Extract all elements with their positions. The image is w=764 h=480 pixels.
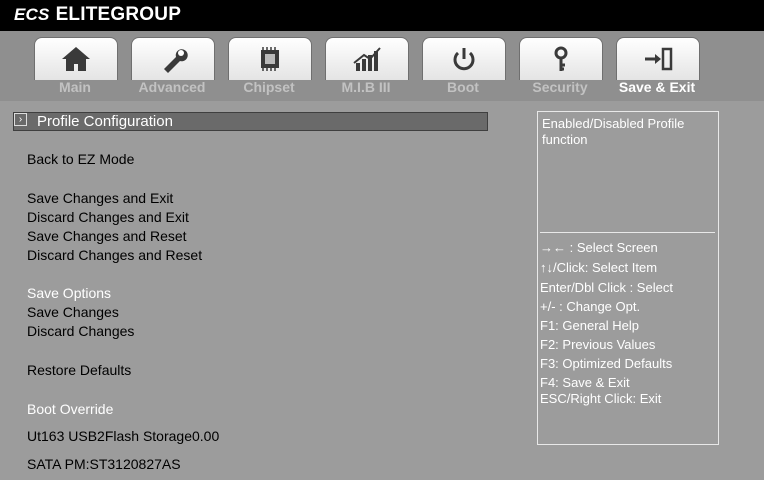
key-icon [544,45,578,73]
chip-icon [253,45,287,73]
key-hint: ESC/Right Click: Exit [540,391,662,406]
exit-icon [641,45,675,73]
discard-changes-and-exit[interactable]: Discard Changes and Exit [27,209,189,225]
tab-chipset[interactable] [228,37,312,80]
save-changes-and-reset[interactable]: Save Changes and Reset [27,228,187,244]
key-hint: F1: General Help [540,318,639,333]
tab-save-exit[interactable] [616,37,700,80]
tab-chipset-label: Chipset [243,79,295,95]
key-hint: +/- : Change Opt. [540,299,641,314]
wrench-icon [156,45,190,73]
key-hint: F3: Optimized Defaults [540,356,673,371]
title-bar: ECS ELITEGROUP [0,0,764,31]
save-changes[interactable]: Save Changes [27,304,119,320]
boot-override-heading: Boot Override [27,401,114,417]
brand: ECS ELITEGROUP [14,4,181,26]
save-changes-and-exit[interactable]: Save Changes and Exit [27,190,173,206]
key-hint: Enter/Dbl Click : Select [540,280,673,295]
key-hint: F2: Previous Values [540,337,656,352]
tab-boot[interactable] [422,37,506,80]
tab-main-label: Main [59,79,91,95]
tab-security-label: Security [532,79,588,95]
key-hint: →← : Select Screen [540,240,658,255]
tab-security[interactable] [519,37,603,80]
performance-chart-icon [350,45,384,73]
help-description: Enabled/Disabled Profile function [542,116,685,147]
boot-device-sata[interactable]: SATA PM:ST3120827AS [27,456,181,472]
help-divider [540,232,715,233]
save-options-heading: Save Options [27,285,112,301]
power-icon [447,45,481,73]
key-hint: F4: Save & Exit [540,375,630,390]
tab-advanced[interactable] [131,37,215,80]
ecs-logo: ECS [14,5,50,24]
brand-name: ELITEGROUP [55,4,182,25]
discard-changes[interactable]: Discard Changes [27,323,134,339]
boot-device-usb[interactable]: Ut163 USB2Flash Storage0.00 [27,428,219,444]
back-to-ez-mode[interactable]: Back to EZ Mode [27,151,134,167]
tab-mib[interactable] [325,37,409,80]
tab-boot-label: Boot [447,79,479,95]
tab-bar: Main Advanced Chipset M.I.B III Boot Sec… [0,31,764,101]
tab-save-exit-label: Save & Exit [618,79,696,95]
key-hint: ↑↓/Click: Select Item [540,260,658,275]
discard-changes-and-reset[interactable]: Discard Changes and Reset [27,247,202,263]
home-icon [59,45,93,73]
submenu-arrow-icon: › [14,113,27,126]
restore-defaults[interactable]: Restore Defaults [27,362,131,378]
tab-advanced-label: Advanced [138,79,206,95]
profile-configuration-label: Profile Configuration [37,113,173,130]
tab-main[interactable] [34,37,118,80]
tab-mib-label: M.I.B III [341,79,391,95]
